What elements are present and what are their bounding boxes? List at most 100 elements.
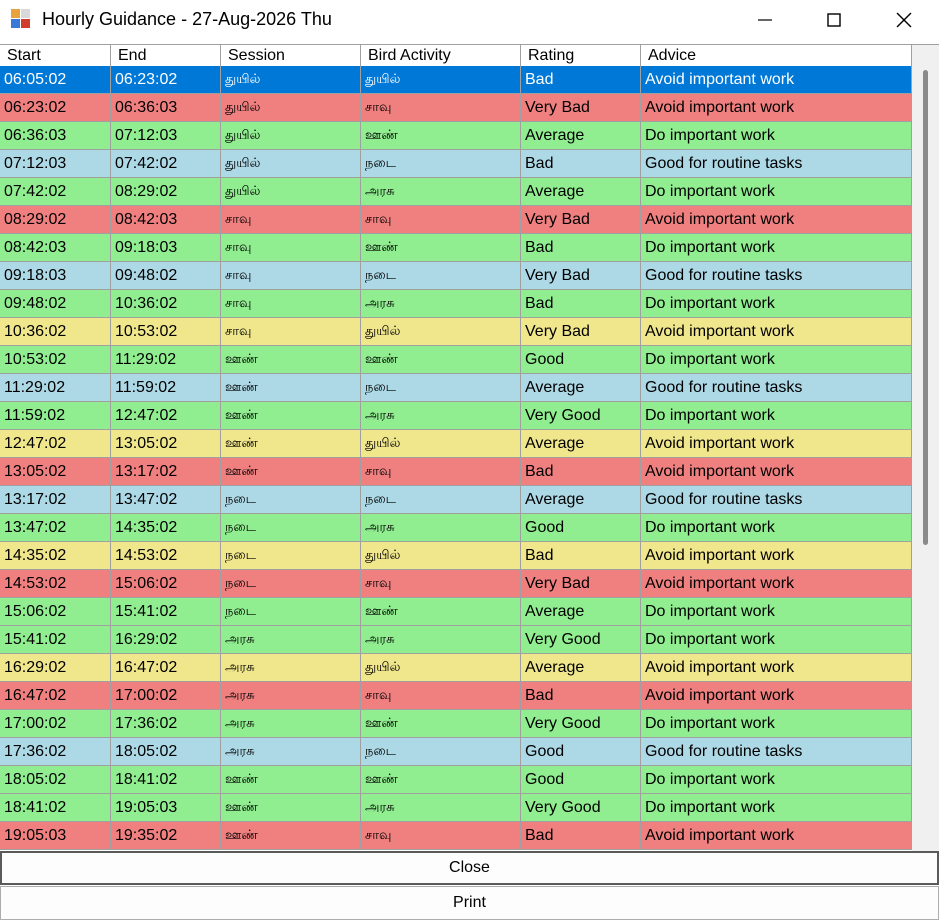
cell-bird-activity[interactable]: சாவு <box>361 570 521 598</box>
table-row[interactable]: 06:05:02 06:23:02 துயில் துயில் Bad Avoid imp… <box>0 66 912 94</box>
cell-advice[interactable]: Do important work <box>641 626 912 654</box>
cell-end[interactable]: 17:36:02 <box>111 710 221 738</box>
cell-advice[interactable]: Avoid important work <box>641 206 912 234</box>
cell-session[interactable]: அரசு <box>221 710 361 738</box>
table-row[interactable]: 13:05:02 13:17:02 ஊண் சாவு Bad Avoid importan… <box>0 458 912 486</box>
table-row[interactable]: 15:06:02 15:41:02 நடை ஊண் Average Do importan… <box>0 598 912 626</box>
cell-end[interactable]: 17:00:02 <box>111 682 221 710</box>
cell-rating[interactable]: Bad <box>521 822 641 850</box>
cell-end[interactable]: 16:29:02 <box>111 626 221 654</box>
table-row[interactable]: 06:36:03 07:12:03 துயில் ஊண் Average Do impor… <box>0 122 912 150</box>
column-header-session[interactable]: Session <box>221 45 361 66</box>
cell-session[interactable]: சாவு <box>221 234 361 262</box>
cell-advice[interactable]: Avoid important work <box>641 458 912 486</box>
cell-session[interactable]: ஊண் <box>221 402 361 430</box>
cell-start[interactable]: 08:29:02 <box>0 206 111 234</box>
cell-advice[interactable]: Avoid important work <box>641 654 912 682</box>
column-header-advice[interactable]: Advice <box>641 45 912 66</box>
cell-bird-activity[interactable]: நடை <box>361 374 521 402</box>
cell-bird-activity[interactable]: துயில் <box>361 542 521 570</box>
cell-rating[interactable]: Average <box>521 430 641 458</box>
cell-start[interactable]: 09:48:02 <box>0 290 111 318</box>
cell-rating[interactable]: Very Good <box>521 402 641 430</box>
print-button[interactable]: Print <box>0 886 939 920</box>
cell-end[interactable]: 19:35:02 <box>111 822 221 850</box>
cell-start[interactable]: 08:42:03 <box>0 234 111 262</box>
cell-session[interactable]: சாவு <box>221 206 361 234</box>
cell-bird-activity[interactable]: சாவு <box>361 458 521 486</box>
cell-session[interactable]: ஊண் <box>221 374 361 402</box>
cell-rating[interactable]: Very Good <box>521 710 641 738</box>
cell-rating[interactable]: Very Good <box>521 794 641 822</box>
cell-start[interactable]: 11:29:02 <box>0 374 111 402</box>
cell-rating[interactable]: Average <box>521 598 641 626</box>
minimize-button[interactable] <box>730 0 800 40</box>
maximize-button[interactable] <box>799 0 869 40</box>
cell-rating[interactable]: Average <box>521 654 641 682</box>
cell-start[interactable]: 19:05:03 <box>0 822 111 850</box>
cell-start[interactable]: 07:12:03 <box>0 150 111 178</box>
cell-advice[interactable]: Avoid important work <box>641 822 912 850</box>
cell-end[interactable]: 16:47:02 <box>111 654 221 682</box>
cell-advice[interactable]: Avoid important work <box>641 682 912 710</box>
cell-advice[interactable]: Do important work <box>641 346 912 374</box>
cell-start[interactable]: 14:35:02 <box>0 542 111 570</box>
cell-end[interactable]: 06:36:03 <box>111 94 221 122</box>
cell-session[interactable]: அரசு <box>221 626 361 654</box>
cell-start[interactable]: 11:59:02 <box>0 402 111 430</box>
cell-rating[interactable]: Good <box>521 514 641 542</box>
cell-advice[interactable]: Do important work <box>641 234 912 262</box>
cell-rating[interactable]: Very Bad <box>521 318 641 346</box>
cell-bird-activity[interactable]: நடை <box>361 150 521 178</box>
table-row[interactable]: 17:00:02 17:36:02 அரசு ஊண் Very Good Do impor… <box>0 710 912 738</box>
cell-bird-activity[interactable]: சாவு <box>361 822 521 850</box>
cell-session[interactable]: ஊண் <box>221 430 361 458</box>
cell-rating[interactable]: Bad <box>521 150 641 178</box>
table-row[interactable]: 09:18:03 09:48:02 சாவு நடை Very Bad Good for … <box>0 262 912 290</box>
cell-end[interactable]: 08:29:02 <box>111 178 221 206</box>
cell-bird-activity[interactable]: ஊண் <box>361 598 521 626</box>
cell-bird-activity[interactable]: நடை <box>361 738 521 766</box>
cell-bird-activity[interactable]: ஊண் <box>361 766 521 794</box>
cell-bird-activity[interactable]: அரசு <box>361 794 521 822</box>
table-row[interactable]: 09:48:02 10:36:02 சாவு அரசு Bad Do important … <box>0 290 912 318</box>
cell-advice[interactable]: Good for routine tasks <box>641 486 912 514</box>
cell-session[interactable]: ஊண் <box>221 346 361 374</box>
cell-advice[interactable]: Good for routine tasks <box>641 150 912 178</box>
cell-end[interactable]: 18:05:02 <box>111 738 221 766</box>
cell-bird-activity[interactable]: துயில் <box>361 654 521 682</box>
cell-bird-activity[interactable]: அரசு <box>361 514 521 542</box>
cell-advice[interactable]: Avoid important work <box>641 94 912 122</box>
cell-end[interactable]: 11:59:02 <box>111 374 221 402</box>
scrollbar-thumb[interactable] <box>923 70 928 545</box>
table-row[interactable]: 11:29:02 11:59:02 ஊண் நடை Average Good for ro… <box>0 374 912 402</box>
cell-start[interactable]: 12:47:02 <box>0 430 111 458</box>
cell-session[interactable]: துயில் <box>221 66 361 94</box>
cell-rating[interactable]: Very Good <box>521 626 641 654</box>
cell-end[interactable]: 18:41:02 <box>111 766 221 794</box>
cell-rating[interactable]: Good <box>521 738 641 766</box>
table-row[interactable]: 14:35:02 14:53:02 நடை துயில் Bad Avoid import… <box>0 542 912 570</box>
cell-bird-activity[interactable]: ஊண் <box>361 122 521 150</box>
table-row[interactable]: 16:47:02 17:00:02 அரசு சாவு Bad Avoid importa… <box>0 682 912 710</box>
cell-bird-activity[interactable]: துயில் <box>361 318 521 346</box>
cell-start[interactable]: 18:41:02 <box>0 794 111 822</box>
cell-end[interactable]: 10:36:02 <box>111 290 221 318</box>
cell-bird-activity[interactable]: சாவு <box>361 682 521 710</box>
cell-end[interactable]: 08:42:03 <box>111 206 221 234</box>
cell-end[interactable]: 06:23:02 <box>111 66 221 94</box>
cell-rating[interactable]: Average <box>521 486 641 514</box>
cell-advice[interactable]: Good for routine tasks <box>641 262 912 290</box>
table-row[interactable]: 19:05:03 19:35:02 ஊண் சாவு Bad Avoid importan… <box>0 822 912 850</box>
table-row[interactable]: 13:17:02 13:47:02 நடை நடை Average Good for ro… <box>0 486 912 514</box>
table-row[interactable]: 16:29:02 16:47:02 அரசு துயில் Average Avoid i… <box>0 654 912 682</box>
cell-end[interactable]: 12:47:02 <box>111 402 221 430</box>
cell-start[interactable]: 13:17:02 <box>0 486 111 514</box>
cell-bird-activity[interactable]: அரசு <box>361 290 521 318</box>
cell-start[interactable]: 16:47:02 <box>0 682 111 710</box>
cell-advice[interactable]: Avoid important work <box>641 542 912 570</box>
cell-start[interactable]: 13:47:02 <box>0 514 111 542</box>
cell-bird-activity[interactable]: அரசு <box>361 626 521 654</box>
cell-session[interactable]: ஊண் <box>221 766 361 794</box>
table-row[interactable]: 08:42:03 09:18:03 சாவு ஊண் Bad Do important w… <box>0 234 912 262</box>
